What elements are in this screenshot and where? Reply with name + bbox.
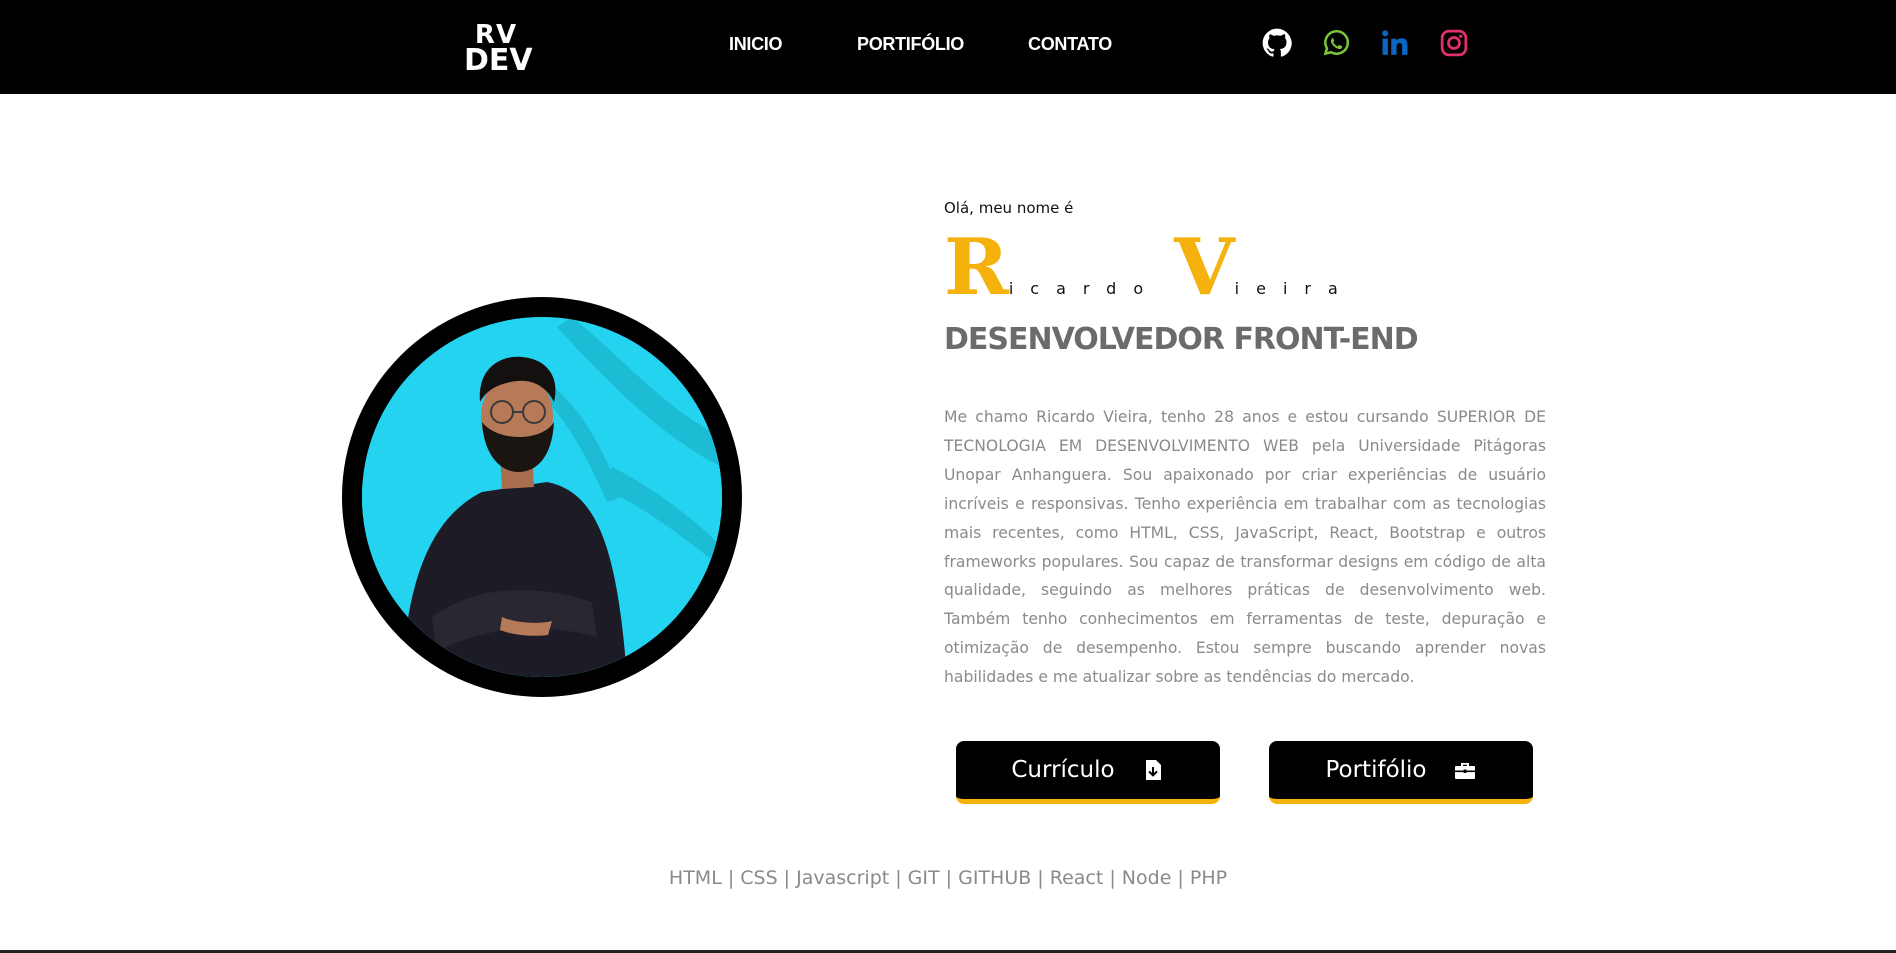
- full-name: Ricardo Vieira: [944, 228, 1355, 308]
- greeting-text: Olá, meu nome é: [944, 199, 1074, 217]
- github-icon[interactable]: [1262, 28, 1292, 58]
- nav-contato-link[interactable]: CONTATO: [1028, 34, 1112, 55]
- resume-button-label: Currículo: [1011, 757, 1115, 783]
- portfolio-button-label: Portifólio: [1325, 757, 1427, 783]
- briefcase-icon: [1453, 758, 1477, 782]
- skills-list: HTML | CSS | Javascript | GIT | GITHUB |…: [668, 867, 1228, 889]
- first-name-rest: icardo: [1008, 279, 1161, 298]
- instagram-icon[interactable]: [1439, 28, 1469, 58]
- last-name-rest: ieira: [1234, 279, 1355, 298]
- logo-line-2: DEV: [464, 43, 533, 78]
- portfolio-button[interactable]: Portifólio: [1269, 741, 1533, 804]
- bio-paragraph: Me chamo Ricardo Vieira, tenho 28 anos e…: [944, 408, 1546, 687]
- file-download-icon: [1141, 758, 1165, 782]
- first-name-initial: R: [944, 222, 1009, 313]
- site-logo[interactable]: RV DEV: [464, 22, 533, 78]
- top-navbar: RV DEV INICIO PORTIFÓLIO CONTATO: [0, 0, 1896, 94]
- job-title: DESENVOLVEDOR FRONT-END: [944, 322, 1419, 357]
- nav-portfolio-link[interactable]: PORTIFÓLIO: [857, 34, 964, 55]
- nav-inicio-link[interactable]: INICIO: [729, 34, 783, 55]
- last-name-initial: V: [1174, 222, 1235, 313]
- linkedin-icon[interactable]: [1380, 28, 1410, 58]
- resume-button[interactable]: Currículo: [956, 741, 1220, 804]
- whatsapp-icon[interactable]: [1321, 28, 1351, 58]
- profile-photo: [362, 317, 722, 677]
